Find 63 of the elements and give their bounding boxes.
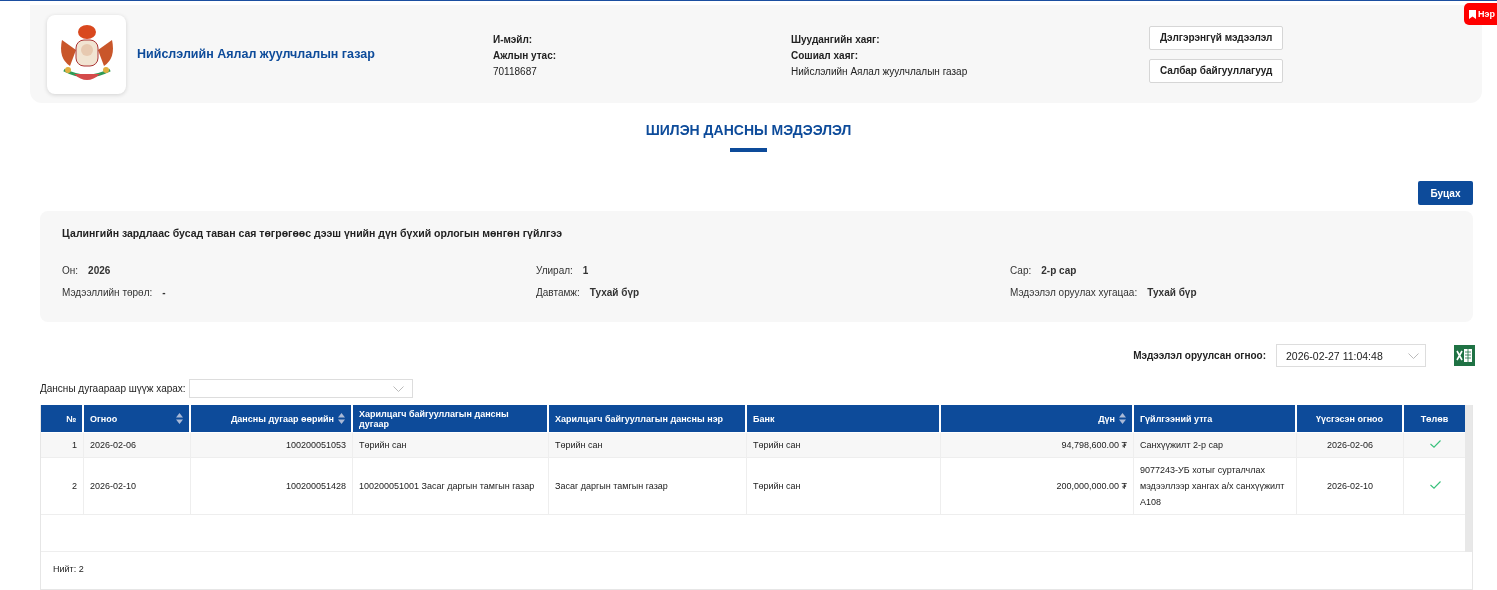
field-value: Тухай бүр — [1147, 287, 1197, 298]
phone-number: 70118687 — [493, 66, 538, 78]
bookmark-icon — [1469, 9, 1476, 19]
column-header[interactable]: Дансны дугаар өөрийн — [191, 405, 353, 432]
field-label: Сар: — [1010, 265, 1032, 276]
email-label: И-мэйл: — [493, 34, 534, 46]
column-header[interactable]: Огноо — [84, 405, 191, 432]
table-cell: 2026-02-10 — [84, 458, 191, 515]
social-label: Сошиал хаяг: — [791, 50, 859, 62]
organization-name: Нийслэлийн Аялал жуулчлалын газар — [137, 47, 376, 61]
table-cell: 94,798,600.00 ₮ — [941, 432, 1134, 458]
header-button[interactable]: Дэлгэрэнгүй мэдээлэл — [1149, 25, 1284, 50]
table-cell: 2026-02-06 — [84, 432, 191, 458]
field-value: Тухай бүр — [589, 287, 640, 298]
table-cell: Төрийн сан — [747, 458, 941, 515]
column-header: Банк — [747, 405, 941, 432]
column-header[interactable]: Дүн — [941, 405, 1134, 432]
table-cell: 1 — [41, 432, 84, 458]
table-cell: 9077243-УБ хотыг сурталчлах мэдээллээр хангах а/х санхүүжилт А108 — [1134, 458, 1297, 515]
chevron-down-icon — [1408, 352, 1419, 359]
back-button[interactable]: Буцах — [1418, 181, 1473, 205]
table-cell: 2 — [41, 458, 84, 515]
table-cell: Төрийн сан — [353, 432, 549, 458]
field-value: - — [162, 287, 166, 298]
header-button[interactable]: Салбар байгууллагууд — [1149, 58, 1284, 83]
field-label: Мэдээллийн төрөл: — [62, 287, 153, 298]
corner-tab[interactable]: Нэр — [1464, 3, 1497, 25]
column-header: Харилцагч байгууллагын дансны нэр — [549, 405, 747, 432]
chevron-down-icon — [392, 385, 404, 392]
submitted-date-label: Мэдээлэл оруулсан огноо: — [1133, 350, 1266, 361]
field-value: 2-р сар — [1041, 265, 1077, 276]
table-cell: Төрийн сан — [747, 432, 941, 458]
phone-label: Ажлын утас: — [493, 50, 558, 62]
table-cell: Засаг даргын тамгын газар — [549, 458, 747, 515]
field-label: Он: — [62, 265, 79, 276]
table-cell: 100200051001 Засаг даргын тамгын газар — [353, 458, 549, 515]
total-count: Нийт: 2 — [52, 563, 85, 576]
table-cell: Төрийн сан — [549, 432, 747, 458]
table-cell: 100200051428 — [191, 458, 353, 515]
column-header: Харилцагч байгууллагын дансны дугаар — [353, 405, 549, 432]
table-cell: Санхүүжилт 2-р сар — [1134, 432, 1297, 458]
account-filter-select[interactable] — [188, 379, 413, 398]
field-label: Мэдээлэл оруулах хугацаа: — [1010, 287, 1138, 298]
column-header: Гүйлгээний утга — [1134, 405, 1297, 432]
report-title: Цалингийн зардлаас бусад таван сая төгрөгөөс дээш үнийн дүн бүхий орлогын мөнгөн гүйлгээ — [62, 227, 564, 239]
address-label: Шуудангийн хаяг: — [791, 34, 881, 46]
field-label: Давтамж: — [536, 287, 580, 298]
scrollbar[interactable] — [1465, 405, 1472, 552]
excel-icon[interactable] — [1454, 345, 1475, 366]
table-cell: 2026-02-06 — [1297, 432, 1404, 458]
submitted-date-select[interactable]: 2026-02-27 11:04:48 — [1276, 344, 1426, 367]
social-value: Нийслэлийн Аялал жуулчлалын газар — [791, 66, 969, 78]
field-value: 2026 — [88, 265, 111, 276]
table-cell: 2026-02-10 — [1297, 458, 1404, 515]
column-header: Төлөв — [1404, 405, 1467, 432]
page-title: ШИЛЭН ДАНСНЫ МЭДЭЭЛЭЛ — [645, 122, 852, 138]
table-cell: 200,000,000.00 ₮ — [941, 458, 1134, 515]
table-cell: 100200051053 — [191, 432, 353, 458]
column-header: Үүсгэсэн огноо — [1297, 405, 1404, 432]
field-value: 1 — [582, 265, 589, 276]
column-header: № — [41, 405, 84, 432]
field-label: Улирал: — [536, 265, 573, 276]
filter-label: Дансны дугаараар шүүж харах: — [40, 383, 186, 394]
